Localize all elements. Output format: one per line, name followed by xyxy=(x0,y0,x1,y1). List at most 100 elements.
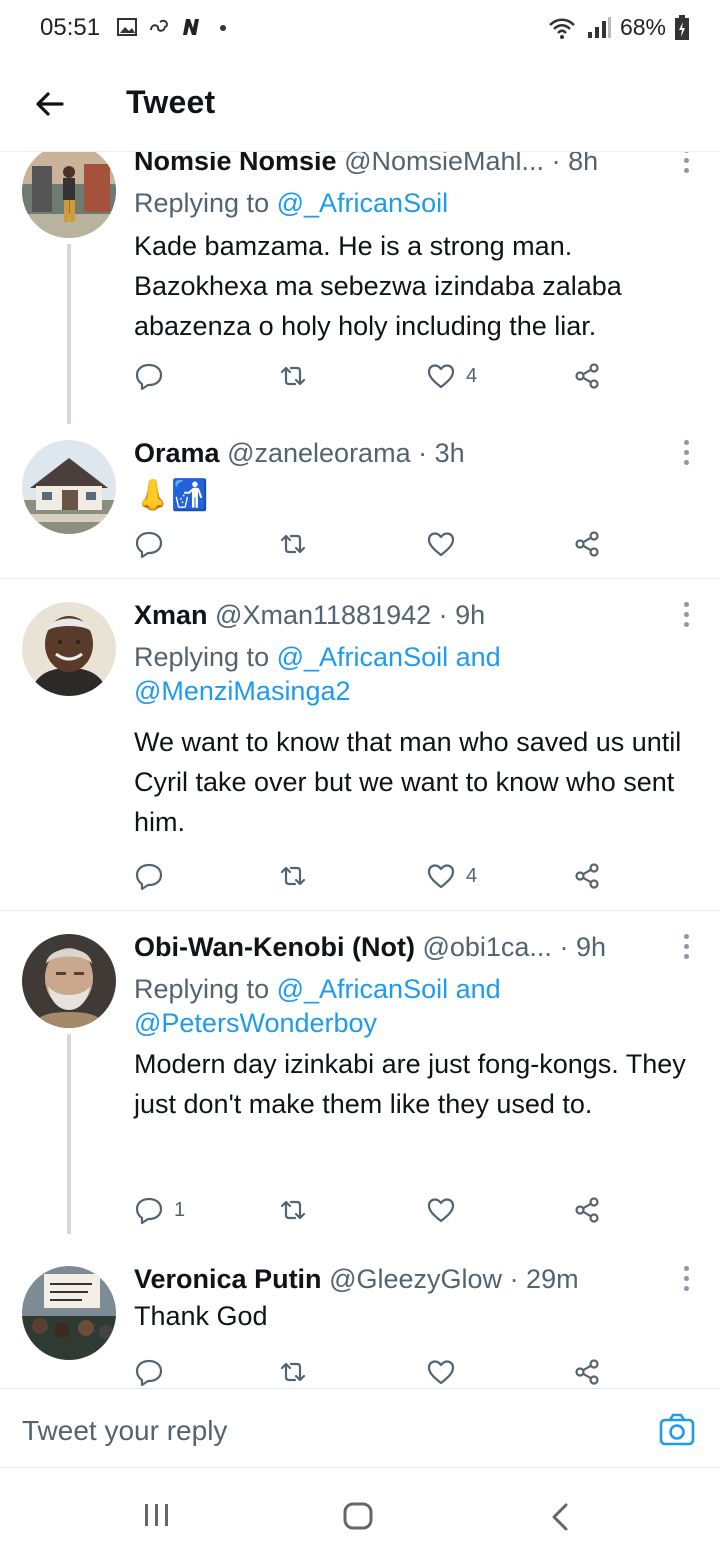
like-button[interactable] xyxy=(426,526,466,562)
tweet-author-line: Nomsie Nomsie @NomsieMahl... · 8h xyxy=(134,152,696,178)
heart-icon xyxy=(427,364,455,389)
mention-link[interactable]: @_AfricanSoil and xyxy=(277,642,501,672)
reply-button[interactable] xyxy=(134,858,174,894)
tweet-author-line: Xman @Xman11881942 · 9h xyxy=(134,598,696,632)
tweet-veronica[interactable]: Veronica Putin @GleezyGlow · 29m Thank G… xyxy=(0,1262,720,1388)
retweet-button[interactable] xyxy=(278,858,308,894)
share-icon xyxy=(575,531,599,557)
author-handle[interactable]: @GleezyGlow xyxy=(329,1264,502,1294)
author-name[interactable]: Nomsie Nomsie xyxy=(134,152,337,176)
back-icon[interactable] xyxy=(548,1502,572,1532)
tweet-author-line: Orama @zaneleorama · 3h xyxy=(134,436,696,470)
reply-button[interactable]: 1 xyxy=(134,1192,185,1228)
retweet-button[interactable] xyxy=(278,526,308,562)
tweet-time: · 8h xyxy=(551,152,599,176)
more-options-icon[interactable] xyxy=(682,440,690,470)
tweet-body: Obi-Wan-Kenobi (Not) @obi1ca... · 9h Rep… xyxy=(134,930,696,1124)
recents-icon[interactable] xyxy=(142,1502,172,1528)
page-title: Tweet xyxy=(126,84,216,120)
thread-line xyxy=(67,244,71,424)
reply-count: 1 xyxy=(174,1198,186,1221)
tweet-actions xyxy=(134,1354,614,1388)
replying-prefix: Replying to xyxy=(134,642,270,672)
tweet-body: Orama @zaneleorama · 3h 👃🚮 xyxy=(134,436,696,516)
avatar[interactable] xyxy=(22,440,116,534)
reply-icon xyxy=(135,863,163,891)
replying-prefix: Replying to xyxy=(134,188,270,218)
tweet-obiwan[interactable]: Obi-Wan-Kenobi (Not) @obi1ca... · 9h Rep… xyxy=(0,930,720,1234)
reply-button[interactable] xyxy=(134,526,174,562)
more-options-icon[interactable] xyxy=(682,152,690,178)
author-name[interactable]: Xman xyxy=(134,600,208,630)
wifi-icon xyxy=(549,18,575,39)
author-name[interactable]: Obi-Wan-Kenobi (Not) xyxy=(134,932,415,962)
retweet-button[interactable] xyxy=(278,1354,308,1388)
reply-input[interactable]: Tweet your reply xyxy=(22,1415,227,1447)
divider xyxy=(0,910,720,911)
reply-button[interactable] xyxy=(134,358,174,394)
like-count: 4 xyxy=(466,864,478,887)
like-count: 4 xyxy=(466,364,478,387)
tweet-body: Xman @Xman11881942 · 9h Replying to @_Af… xyxy=(134,598,696,842)
share-button[interactable] xyxy=(572,858,602,894)
mention-link[interactable]: @MenziMasinga2 xyxy=(134,676,351,706)
tweet-xman[interactable]: Xman @Xman11881942 · 9h Replying to @_Af… xyxy=(0,598,720,898)
reply-icon xyxy=(135,1359,163,1387)
n-app-icon xyxy=(183,19,199,35)
more-options-icon[interactable] xyxy=(682,602,690,632)
tweet-text: 👃🚮 xyxy=(134,479,209,512)
mention-link[interactable]: @_AfricanSoil xyxy=(277,188,448,218)
avatar[interactable] xyxy=(22,934,116,1028)
avatar[interactable] xyxy=(22,152,116,238)
replying-to: Replying to @_AfricanSoil xyxy=(134,186,696,220)
status-system-icons: 68% xyxy=(548,14,690,41)
like-button[interactable]: 4 xyxy=(426,858,477,894)
camera-icon[interactable] xyxy=(658,1411,696,1449)
replies-feed[interactable]: Nomsie Nomsie @NomsieMahl... · 8h Replyi… xyxy=(0,152,720,1388)
retweet-icon xyxy=(280,1200,306,1220)
share-icon xyxy=(575,1359,599,1385)
author-handle[interactable]: @NomsieMahl... xyxy=(344,152,544,176)
reply-icon xyxy=(135,531,163,559)
heart-icon xyxy=(427,1198,455,1223)
author-name[interactable]: Orama xyxy=(134,438,220,468)
reply-icon xyxy=(135,1197,163,1225)
share-icon xyxy=(575,1197,599,1223)
like-button[interactable] xyxy=(426,1192,466,1228)
share-button[interactable] xyxy=(572,358,602,394)
status-bar: 05:51 68% xyxy=(0,0,720,62)
heart-icon xyxy=(427,1360,455,1385)
replying-to: Replying to @_AfricanSoil and @PetersWon… xyxy=(134,972,696,1040)
tweet-orama[interactable]: Orama @zaneleorama · 3h 👃🚮 xyxy=(0,436,720,578)
retweet-button[interactable] xyxy=(278,1192,308,1228)
share-button[interactable] xyxy=(572,1192,602,1228)
battery-icon xyxy=(675,14,689,40)
share-button[interactable] xyxy=(572,526,602,562)
avatar[interactable] xyxy=(22,602,116,696)
divider xyxy=(0,578,720,579)
mention-link[interactable]: @PetersWonderboy xyxy=(134,1008,377,1038)
more-options-icon[interactable] xyxy=(682,1266,690,1296)
author-name[interactable]: Veronica Putin xyxy=(134,1264,322,1294)
reply-button[interactable] xyxy=(134,1354,174,1388)
author-handle[interactable]: @obi1ca... xyxy=(422,932,551,962)
mention-link[interactable]: @_AfricanSoil and xyxy=(277,974,501,1004)
like-button[interactable] xyxy=(426,1354,466,1388)
home-icon[interactable] xyxy=(342,1502,374,1530)
gallery-icon xyxy=(117,18,137,36)
arrow-left-icon[interactable] xyxy=(32,86,68,122)
retweet-icon xyxy=(280,534,306,554)
more-options-icon[interactable] xyxy=(682,934,690,964)
reply-composer: Tweet your reply xyxy=(0,1388,720,1468)
tweet-actions xyxy=(134,526,614,562)
like-button[interactable]: 4 xyxy=(426,358,477,394)
avatar[interactable] xyxy=(22,1266,116,1360)
tweet-time: · 9h xyxy=(438,600,486,630)
thread-line xyxy=(67,1034,71,1234)
share-button[interactable] xyxy=(572,1354,602,1388)
tweet-nomsie[interactable]: Nomsie Nomsie @NomsieMahl... · 8h Replyi… xyxy=(0,152,720,424)
retweet-button[interactable] xyxy=(278,358,308,394)
author-handle[interactable]: @Xman11881942 xyxy=(215,600,431,630)
author-handle[interactable]: @zaneleorama xyxy=(227,438,411,468)
reply-icon xyxy=(135,363,163,391)
